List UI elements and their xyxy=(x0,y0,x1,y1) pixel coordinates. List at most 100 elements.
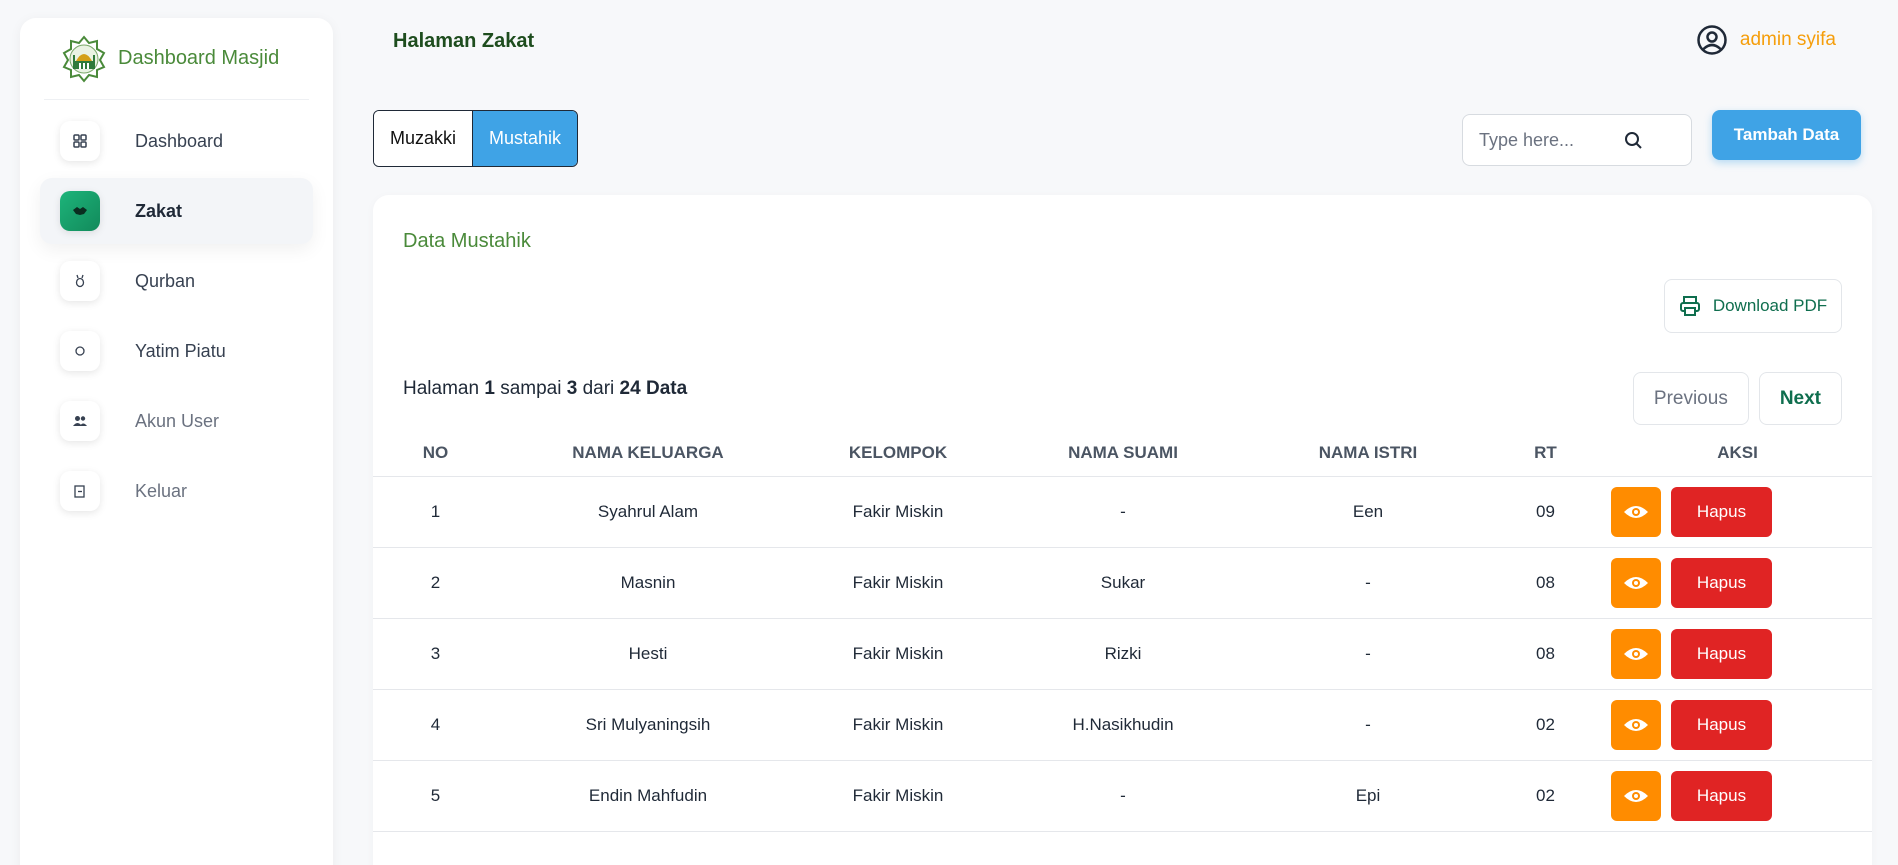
cell-nama-istri: Een xyxy=(1248,476,1488,548)
cell-no: 1 xyxy=(373,476,498,548)
table-row: 3 Hesti Fakir Miskin Rizki - 08 Hapus xyxy=(373,618,1872,690)
sidebar-item-yatim-piatu[interactable]: Yatim Piatu xyxy=(40,318,313,384)
pager: Previous Next xyxy=(1632,372,1842,425)
cell-rt: 02 xyxy=(1488,760,1603,832)
view-button[interactable] xyxy=(1611,699,1661,750)
cell-nama-istri: Epi xyxy=(1248,760,1488,832)
cell-aksi: Hapus xyxy=(1603,476,1872,548)
page-info-of: dari xyxy=(582,378,615,399)
cell-nama-keluarga: Hesti xyxy=(498,618,798,690)
column-header: NAMA SUAMI xyxy=(998,430,1248,477)
cell-nama-suami: H.Nasikhudin xyxy=(998,689,1248,761)
column-header: NO xyxy=(373,430,498,477)
column-header: NAMA ISTRI xyxy=(1248,430,1488,477)
column-header: AKSI xyxy=(1603,430,1872,477)
table-header-row: NO NAMA KELUARGA KELOMPOK NAMA SUAMI NAM… xyxy=(373,430,1872,477)
cell-nama-suami: - xyxy=(998,760,1248,832)
sidebar-item-label: Keluar xyxy=(135,480,188,501)
eye-icon xyxy=(1624,789,1648,802)
eye-icon xyxy=(1624,647,1648,660)
view-button[interactable] xyxy=(1611,770,1661,821)
cell-no: 2 xyxy=(373,547,498,619)
cell-rt: 02 xyxy=(1488,689,1603,761)
mustahik-table: NO NAMA KELUARGA KELOMPOK NAMA SUAMI NAM… xyxy=(373,430,1872,832)
sidebar-item-qurban[interactable]: Qurban xyxy=(40,248,313,314)
delete-button[interactable]: Hapus xyxy=(1671,628,1772,679)
grid-icon xyxy=(60,121,100,161)
cell-aksi: Hapus xyxy=(1603,760,1872,832)
cell-nama-suami: - xyxy=(998,476,1248,548)
cell-kelompok: Fakir Miskin xyxy=(798,689,998,761)
sidebar-item-label: Dashboard xyxy=(135,130,224,151)
cell-nama-suami: Sukar xyxy=(998,547,1248,619)
eye-icon xyxy=(1624,718,1648,731)
table-row: 5 Endin Mahfudin Fakir Miskin - Epi 02 H… xyxy=(373,760,1872,832)
sidebar-item-label: Yatim Piatu xyxy=(135,340,226,361)
delete-button[interactable]: Hapus xyxy=(1671,557,1772,608)
next-button[interactable]: Next xyxy=(1758,372,1842,425)
sidebar: Dashboard Masjid Dashboard Zakat Qurban … xyxy=(20,18,333,865)
view-button[interactable] xyxy=(1611,486,1661,537)
eye-icon xyxy=(1624,576,1648,589)
sidebar-item-label: Zakat xyxy=(135,200,183,221)
page-info-suffix: Data xyxy=(645,378,688,399)
download-pdf-button[interactable]: Download PDF xyxy=(1664,279,1842,333)
zakat-type-toggle: Muzakki Mustahik xyxy=(373,110,579,167)
brand-name: Dashboard Masjid xyxy=(118,47,280,69)
delete-button[interactable]: Hapus xyxy=(1671,699,1772,750)
sidebar-item-label: Akun User xyxy=(135,410,220,431)
delete-button[interactable]: Hapus xyxy=(1671,486,1772,537)
sidebar-item-akun-user[interactable]: Akun User xyxy=(40,388,313,454)
cell-nama-istri: - xyxy=(1248,547,1488,619)
mosque-logo-icon xyxy=(62,34,106,83)
tab-muzakki[interactable]: Muzakki xyxy=(374,111,473,166)
pagination-info: Halaman 1 sampai 3 dari 24 Data xyxy=(403,378,687,400)
cell-rt: 08 xyxy=(1488,618,1603,690)
cell-nama-istri: - xyxy=(1248,618,1488,690)
table-row: 4 Sri Mulyaningsih Fakir Miskin H.Nasikh… xyxy=(373,689,1872,761)
cell-kelompok: Fakir Miskin xyxy=(798,760,998,832)
column-header: RT xyxy=(1488,430,1603,477)
previous-button[interactable]: Previous xyxy=(1632,372,1749,425)
search-input[interactable] xyxy=(1479,129,1629,151)
users-icon xyxy=(60,401,100,441)
column-header: KELOMPOK xyxy=(798,430,998,477)
eye-icon xyxy=(1624,505,1648,518)
cell-nama-suami: Rizki xyxy=(998,618,1248,690)
sidebar-item-dashboard[interactable]: Dashboard xyxy=(40,108,313,174)
cell-kelompok: Fakir Miskin xyxy=(798,476,998,548)
view-button[interactable] xyxy=(1611,557,1661,608)
column-header: NAMA KELUARGA xyxy=(498,430,798,477)
cell-rt: 09 xyxy=(1488,476,1603,548)
add-data-button[interactable]: Tambah Data xyxy=(1712,110,1861,160)
printer-icon xyxy=(1679,296,1700,316)
brand[interactable]: Dashboard Masjid xyxy=(44,18,309,100)
cell-no: 4 xyxy=(373,689,498,761)
cell-nama-keluarga: Sri Mulyaningsih xyxy=(498,689,798,761)
delete-button[interactable]: Hapus xyxy=(1671,770,1772,821)
page-total: 24 xyxy=(619,378,641,399)
download-pdf-label: Download PDF xyxy=(1712,296,1828,315)
logout-icon xyxy=(60,471,100,511)
cell-rt: 08 xyxy=(1488,547,1603,619)
cell-no: 3 xyxy=(373,618,498,690)
cell-nama-keluarga: Endin Mahfudin xyxy=(498,760,798,832)
sidebar-item-keluar[interactable]: Keluar xyxy=(40,458,313,524)
mustahik-card: Data Mustahik Download PDF Halaman 1 sam… xyxy=(373,195,1872,865)
page-to: 3 xyxy=(566,378,578,399)
search-icon[interactable] xyxy=(1623,130,1645,152)
cell-no: 5 xyxy=(373,760,498,832)
tab-mustahik[interactable]: Mustahik xyxy=(472,111,578,166)
sidebar-nav: Dashboard Zakat Qurban Yatim Piatu Akun … xyxy=(20,108,333,524)
view-button[interactable] xyxy=(1611,628,1661,679)
child-icon xyxy=(60,331,100,371)
sidebar-item-zakat[interactable]: Zakat xyxy=(40,178,313,244)
cell-nama-keluarga: Masnin xyxy=(498,547,798,619)
search-box xyxy=(1462,114,1692,166)
card-title: Data Mustahik xyxy=(403,230,531,252)
page-info-prefix: Halaman xyxy=(403,378,480,399)
user-circle-icon xyxy=(1697,25,1727,55)
cell-kelompok: Fakir Miskin xyxy=(798,547,998,619)
table-body: 1 Syahrul Alam Fakir Miskin - Een 09 Hap… xyxy=(373,476,1872,832)
user-menu[interactable]: admin syifa xyxy=(1696,24,1836,56)
